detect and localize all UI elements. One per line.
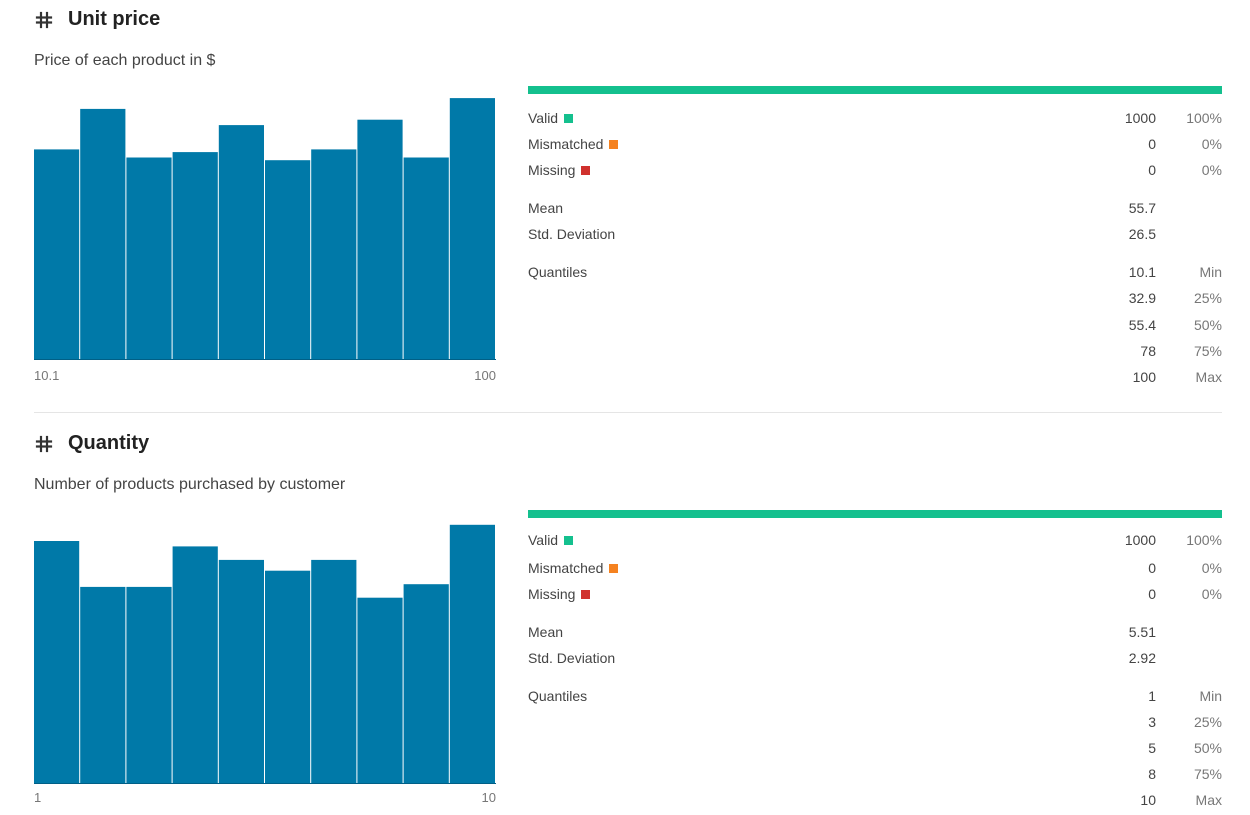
histogram-bar xyxy=(357,119,403,360)
histogram-bar xyxy=(357,597,403,784)
column-description: Price of each product in $ xyxy=(34,52,216,69)
valid-row: Valid 1000 100% xyxy=(528,110,1222,126)
histogram xyxy=(34,514,496,784)
quantile-row: Quantiles 1 Min xyxy=(528,688,1222,704)
histogram-bar xyxy=(80,586,126,784)
histogram-bar xyxy=(311,559,357,784)
histogram-chart xyxy=(34,524,496,784)
missing-row: Missing 0 0% xyxy=(528,162,1222,178)
quantile-row: 32.9 25% xyxy=(1128,290,1222,306)
histogram-bar xyxy=(265,570,311,784)
column-description: Number of products purchased by customer xyxy=(34,476,346,493)
histogram-chart xyxy=(34,98,496,360)
histogram-bar xyxy=(126,586,172,784)
histogram-bar xyxy=(80,108,126,360)
valid-row: Valid 1000 100% xyxy=(528,532,1222,548)
mean-row: Mean 55.7 xyxy=(528,200,1156,216)
histogram xyxy=(34,90,496,360)
column-title-text: Unit price xyxy=(68,8,161,30)
mismatched-square-icon xyxy=(609,139,619,149)
mean-row: Mean 5.51 xyxy=(528,624,1156,640)
axis-min-label: 10.1 xyxy=(34,368,60,383)
section-divider xyxy=(34,412,1222,413)
histogram-bar xyxy=(34,149,80,360)
histogram-bar xyxy=(218,125,264,360)
mismatched-square-icon xyxy=(609,563,619,573)
column-section-quantity: Quantity Number of products purchased by… xyxy=(0,424,1250,815)
column-title-text: Quantity xyxy=(68,432,150,454)
histogram-bar xyxy=(403,157,449,360)
quantile-row: 5 50% xyxy=(1148,740,1222,756)
quantile-row: 55.4 50% xyxy=(1128,317,1222,333)
histogram-bar xyxy=(126,157,172,360)
valid-square-icon xyxy=(564,535,574,545)
quantile-row: 10 Max xyxy=(1140,792,1222,808)
quantile-row: 8 75% xyxy=(1148,766,1222,782)
column-title: Unit price xyxy=(34,8,160,31)
histogram-bar xyxy=(403,584,449,784)
histogram-bar xyxy=(449,524,495,784)
histogram-bar xyxy=(311,149,357,360)
axis-min-label: 1 xyxy=(34,790,42,805)
axis-max-label: 100 xyxy=(474,368,496,383)
histogram-bar xyxy=(34,541,80,784)
missing-square-icon xyxy=(581,165,591,175)
missing-row: Missing 0 0% xyxy=(528,586,1222,602)
quantile-row: 100 Max xyxy=(1132,369,1222,385)
histogram-bar xyxy=(265,160,311,360)
valid-ratio-bar xyxy=(528,86,1222,94)
quantile-row: Quantiles 10.1 Min xyxy=(528,264,1222,280)
quantile-row: 3 25% xyxy=(1148,714,1222,730)
column-section-unit-price: Unit price Price of each product in $ 10… xyxy=(0,0,1250,410)
histogram-bar xyxy=(449,98,495,360)
hash-icon xyxy=(35,435,53,452)
histogram-bar xyxy=(218,559,264,784)
histogram-bar xyxy=(172,152,218,360)
hash-icon xyxy=(35,11,53,28)
valid-ratio-bar xyxy=(528,510,1222,518)
quantile-row: 78 75% xyxy=(1140,343,1222,359)
missing-square-icon xyxy=(581,589,591,599)
column-title: Quantity xyxy=(34,432,149,455)
mismatched-row: Mismatched 0 0% xyxy=(528,136,1222,152)
std-row: Std. Deviation 26.5 xyxy=(528,226,1156,242)
mismatched-row: Mismatched 0 0% xyxy=(528,560,1222,576)
valid-square-icon xyxy=(564,113,574,123)
axis-max-label: 10 xyxy=(481,790,496,805)
histogram-bar xyxy=(172,546,218,784)
std-row: Std. Deviation 2.92 xyxy=(528,650,1156,666)
